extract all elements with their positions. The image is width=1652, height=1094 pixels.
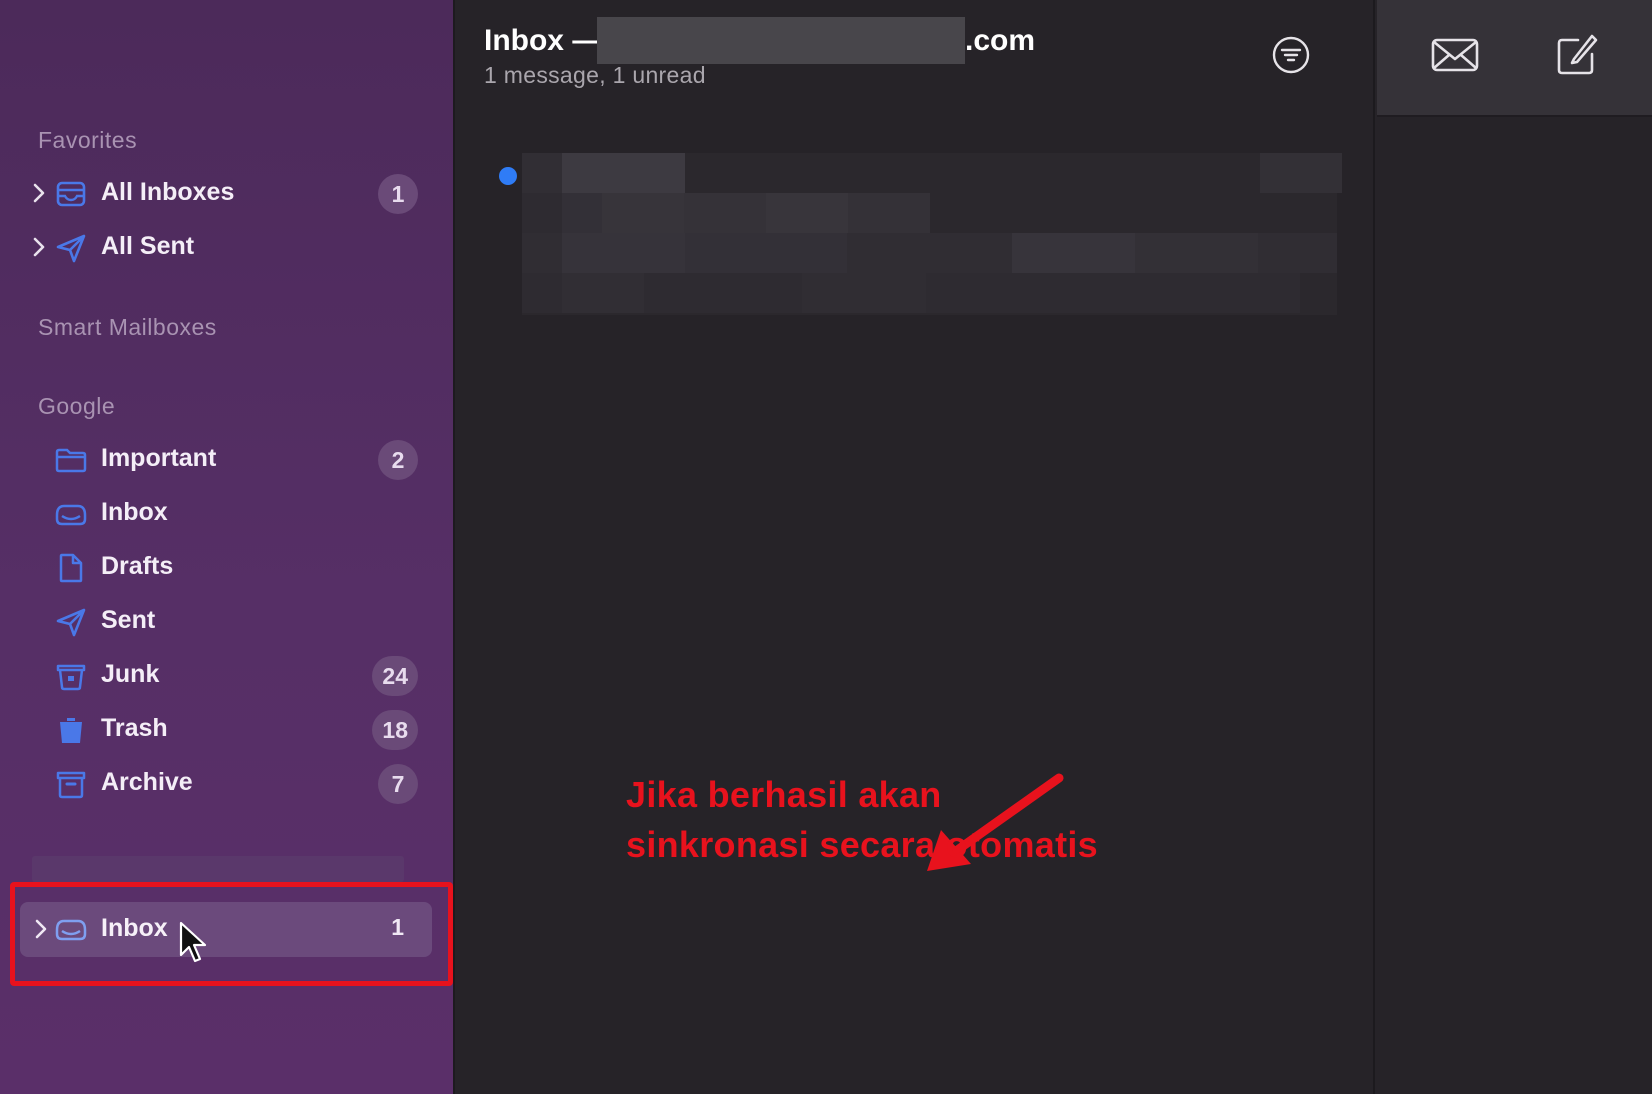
sidebar-item-archive[interactable]: Archive 7	[0, 758, 455, 810]
unread-indicator	[499, 167, 517, 185]
mailbox-subtitle: 1 message, 1 unread	[484, 62, 706, 88]
sidebar-item-important[interactable]: Important 2	[0, 434, 455, 486]
sidebar-item-junk[interactable]: Junk 24	[0, 650, 455, 702]
sidebar-item-label: Drafts	[101, 552, 174, 580]
mailbox-title: Inbox —	[484, 24, 603, 57]
paper-plane-icon	[56, 608, 86, 637]
sidebar-item-label: Sent	[101, 606, 156, 634]
viewer-toolbar	[1377, 0, 1652, 117]
favorites-header: Favorites	[38, 127, 138, 153]
tray-icon	[55, 504, 87, 526]
annotation-text: Jika berhasil akan sinkronasi secara oto…	[626, 770, 1098, 870]
sidebar-item-all-inboxes[interactable]: All Inboxes 1	[0, 168, 455, 220]
tray-icon	[56, 181, 86, 207]
message-list-pane: Inbox — .com 1 message, 1 unread	[457, 0, 1375, 1094]
unread-count-badge: 1	[378, 174, 418, 214]
sidebar-item-label: Trash	[101, 714, 168, 742]
unread-count-badge: 18	[372, 710, 418, 750]
sidebar: Favorites All Inboxes 1 All Sent Smart M…	[0, 0, 455, 1094]
paper-plane-icon	[56, 234, 86, 263]
chevron-right-icon[interactable]	[30, 180, 48, 206]
smart-mailboxes-header[interactable]: Smart Mailboxes	[38, 314, 217, 341]
sidebar-item-label: All Inboxes	[101, 178, 235, 206]
sidebar-item-all-sent[interactable]: All Sent	[0, 222, 455, 274]
redacted-email-address	[597, 17, 965, 64]
redacted-account-header	[32, 856, 404, 882]
unread-count-badge: 7	[378, 764, 418, 804]
sidebar-item-drafts[interactable]: Drafts	[0, 542, 455, 594]
annotation-line-2: sinkronasi secara otomatis	[626, 824, 1099, 865]
highlight-box	[10, 882, 453, 986]
compose-icon[interactable]	[1552, 32, 1604, 78]
document-icon	[59, 553, 83, 583]
sidebar-item-label: Important	[101, 444, 217, 472]
sidebar-item-inbox[interactable]: Inbox	[0, 488, 455, 540]
message-viewer-pane	[1377, 0, 1652, 1094]
trash-icon	[60, 718, 82, 743]
redacted-message-row[interactable]	[522, 153, 1342, 315]
google-account-header[interactable]: Google	[38, 393, 115, 420]
archive-box-icon	[56, 771, 86, 799]
junk-bin-icon	[56, 664, 86, 691]
chevron-right-icon[interactable]	[30, 234, 48, 260]
filter-icon[interactable]	[1270, 34, 1312, 76]
envelope-icon[interactable]	[1429, 32, 1481, 78]
sidebar-item-label: Junk	[101, 660, 160, 688]
annotation-line-1: Jika berhasil akan	[626, 774, 942, 815]
folder-icon	[55, 448, 87, 473]
unread-count-badge: 2	[378, 440, 418, 480]
sidebar-item-sent[interactable]: Sent	[0, 596, 455, 648]
sidebar-item-label: Inbox	[101, 498, 168, 526]
mailbox-title-suffix: .com	[965, 24, 1036, 57]
sidebar-item-label: All Sent	[101, 232, 195, 260]
unread-count-badge: 24	[372, 656, 418, 696]
sidebar-item-label: Archive	[101, 768, 193, 796]
sidebar-item-trash[interactable]: Trash 18	[0, 704, 455, 756]
